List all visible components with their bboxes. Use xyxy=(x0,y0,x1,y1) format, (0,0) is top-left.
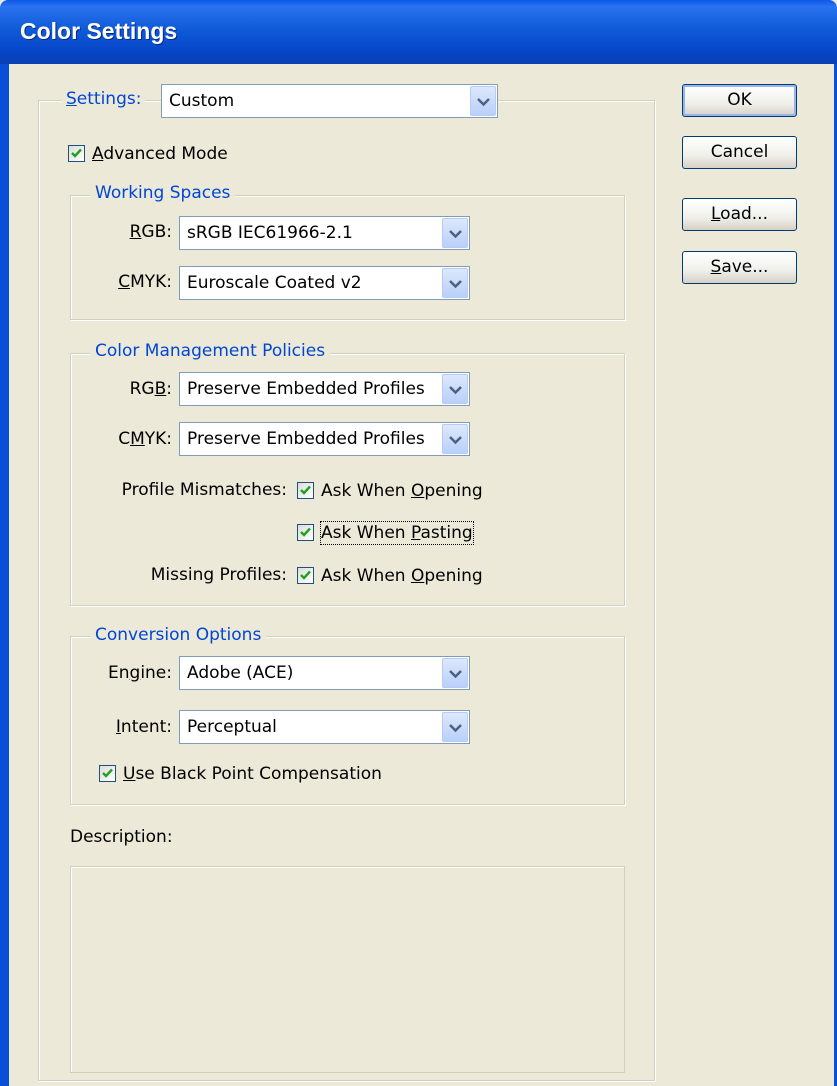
policy-cmyk-label: CMYK: xyxy=(118,429,172,449)
ws-rgb-dropdown-button[interactable] xyxy=(442,218,468,248)
title-bar[interactable]: Color Settings xyxy=(0,0,837,64)
intent-value: Perceptual xyxy=(187,717,277,737)
intent-dropdown-button[interactable] xyxy=(442,712,468,742)
chevron-down-icon xyxy=(449,280,462,289)
policy-cmyk-dropdown-button[interactable] xyxy=(442,424,468,454)
working-spaces-title: Working Spaces xyxy=(90,183,236,203)
save-button[interactable]: Save... xyxy=(682,251,797,284)
intent-label: Intent: xyxy=(115,717,172,737)
mismatch-ask-opening-checkbox[interactable]: Ask When Opening xyxy=(297,480,497,504)
mismatch-ask-pasting-label: Ask When Pasting xyxy=(320,521,474,545)
settings-select-value: Custom xyxy=(169,91,235,111)
policy-rgb-label: RGB: xyxy=(129,379,172,399)
policy-cmyk-select[interactable]: Preserve Embedded Profiles xyxy=(179,422,470,456)
ws-rgb-select[interactable]: sRGB IEC61966-2.1 xyxy=(179,216,470,250)
black-point-checkbox[interactable]: Use Black Point Compensation xyxy=(99,763,419,787)
ws-cmyk-select[interactable]: Euroscale Coated v2 xyxy=(179,266,470,300)
settings-dropdown-button[interactable] xyxy=(470,86,496,116)
mismatch-ask-opening-label: Ask When Opening xyxy=(321,481,483,501)
missing-ask-opening-checkbox[interactable]: Ask When Opening xyxy=(297,565,497,589)
window-frame-left xyxy=(0,64,9,1086)
chevron-down-icon xyxy=(449,436,462,445)
checkmark-icon xyxy=(300,527,311,537)
settings-legend: Settings: xyxy=(62,89,146,109)
mismatch-ask-opening-box[interactable] xyxy=(297,482,314,499)
chevron-down-icon xyxy=(449,230,462,239)
engine-value: Adobe (ACE) xyxy=(187,663,294,683)
conversion-title: Conversion Options xyxy=(90,625,267,645)
cancel-button[interactable]: Cancel xyxy=(682,136,797,169)
engine-label: Engine: xyxy=(108,663,172,683)
policy-cmyk-value: Preserve Embedded Profiles xyxy=(187,429,425,449)
checkmark-icon xyxy=(300,485,311,495)
checkmark-icon xyxy=(102,768,113,778)
settings-select[interactable]: Custom xyxy=(161,84,498,118)
chevron-down-icon xyxy=(449,670,462,679)
ws-rgb-value: sRGB IEC61966-2.1 xyxy=(187,223,353,243)
working-spaces-group xyxy=(70,195,625,320)
ws-cmyk-dropdown-button[interactable] xyxy=(442,268,468,298)
chevron-down-icon xyxy=(449,386,462,395)
checkmark-icon xyxy=(71,148,82,158)
ws-cmyk-label: CMYK: xyxy=(118,272,172,292)
ws-cmyk-value: Euroscale Coated v2 xyxy=(187,273,362,293)
profile-mismatches-label: Profile Mismatches: xyxy=(121,480,287,500)
checkmark-icon xyxy=(300,570,311,580)
black-point-label: Use Black Point Compensation xyxy=(123,764,382,784)
policy-rgb-value: Preserve Embedded Profiles xyxy=(187,379,425,399)
mismatch-ask-pasting-checkbox[interactable]: Ask When Pasting xyxy=(297,521,497,546)
missing-ask-opening-label: Ask When Opening xyxy=(321,566,483,586)
policy-rgb-dropdown-button[interactable] xyxy=(442,374,468,404)
description-box xyxy=(70,866,625,1073)
window-title: Color Settings xyxy=(20,18,178,44)
intent-select[interactable]: Perceptual xyxy=(179,710,470,744)
missing-profiles-label: Missing Profiles: xyxy=(150,565,287,585)
ws-rgb-label: RGB: xyxy=(129,222,172,242)
black-point-box[interactable] xyxy=(99,765,116,782)
engine-dropdown-button[interactable] xyxy=(442,658,468,688)
load-button[interactable]: Load... xyxy=(682,198,797,231)
policies-title: Color Management Policies xyxy=(90,341,331,361)
engine-select[interactable]: Adobe (ACE) xyxy=(179,656,470,690)
policy-rgb-select[interactable]: Preserve Embedded Profiles xyxy=(179,372,470,406)
advanced-mode-label: Advanced Mode xyxy=(92,144,228,164)
mismatch-ask-pasting-box[interactable] xyxy=(297,524,314,541)
ok-button[interactable]: OK xyxy=(682,84,797,117)
missing-ask-opening-box[interactable] xyxy=(297,567,314,584)
chevron-down-icon xyxy=(449,724,462,733)
advanced-mode-checkbox-box[interactable] xyxy=(68,145,85,162)
settings-label: Settings: xyxy=(66,89,142,109)
chevron-down-icon xyxy=(477,98,490,107)
advanced-mode-checkbox[interactable]: Advanced Mode xyxy=(68,143,248,167)
description-label: Description: xyxy=(70,827,173,847)
